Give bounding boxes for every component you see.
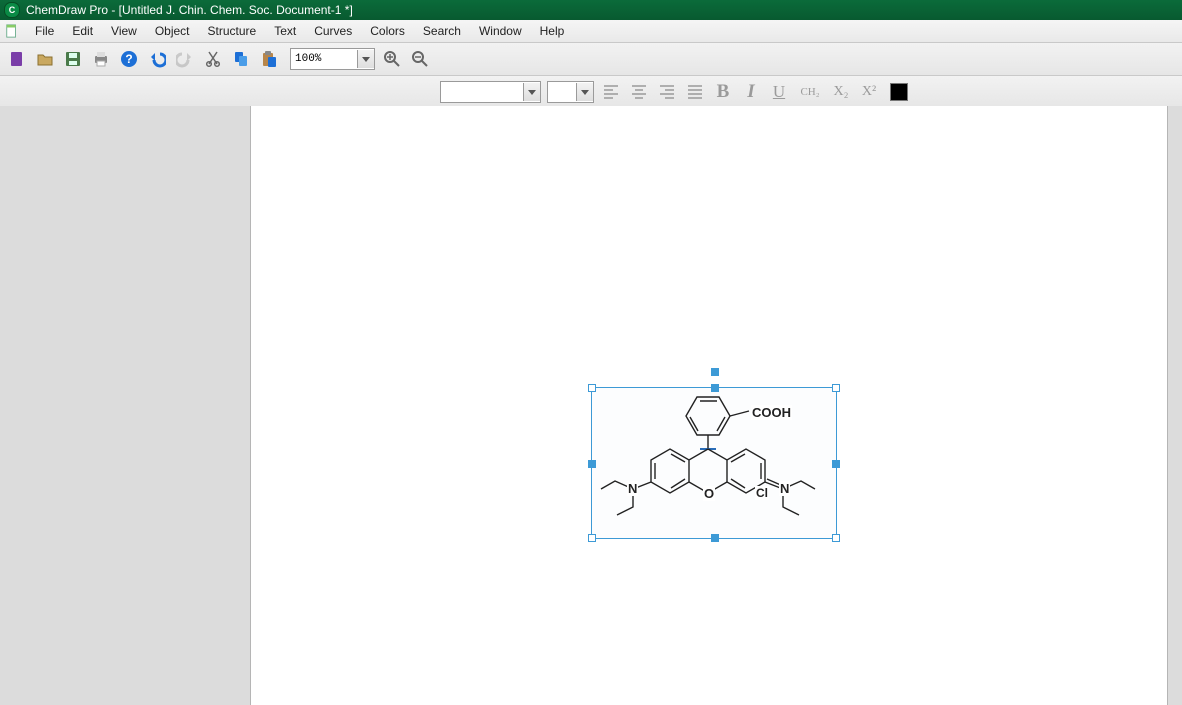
zoom-in-button[interactable]: [381, 48, 403, 70]
menu-file[interactable]: File: [26, 22, 63, 40]
svg-text:?: ?: [125, 52, 132, 66]
right-gutter: [1168, 106, 1182, 705]
size-combo[interactable]: [547, 81, 594, 103]
save-button[interactable]: [62, 48, 84, 70]
redo-button[interactable]: [174, 48, 196, 70]
canvas[interactable]: COOH N N O Cl: [250, 106, 1168, 705]
cut-button[interactable]: [202, 48, 224, 70]
superscript-button[interactable]: X²: [858, 81, 880, 103]
undo-button[interactable]: [146, 48, 168, 70]
bold-button[interactable]: B: [712, 81, 734, 103]
molecule-structure[interactable]: COOH N N O Cl: [591, 387, 835, 537]
help-button[interactable]: ?: [118, 48, 140, 70]
menu-edit[interactable]: Edit: [63, 22, 102, 40]
title-bar: C ChemDraw Pro - [Untitled J. Chin. Chem…: [0, 0, 1182, 20]
formula-button[interactable]: CH₂: [796, 81, 824, 103]
menu-view[interactable]: View: [102, 22, 146, 40]
window-title: ChemDraw Pro - [Untitled J. Chin. Chem. …: [26, 3, 353, 17]
workspace: COOH N N O Cl: [0, 106, 1182, 705]
menu-structure[interactable]: Structure: [199, 22, 266, 40]
handle-rotate[interactable]: [711, 368, 719, 376]
menu-help[interactable]: Help: [531, 22, 574, 40]
menu-bar: File Edit View Object Structure Text Cur…: [0, 20, 1182, 43]
zoom-out-button[interactable]: [409, 48, 431, 70]
label-cl: Cl: [755, 486, 769, 500]
align-left-button[interactable]: [600, 81, 622, 103]
document-icon: [4, 23, 20, 39]
menu-search[interactable]: Search: [414, 22, 470, 40]
new-button[interactable]: [6, 48, 28, 70]
align-justify-button[interactable]: [684, 81, 706, 103]
label-n-right: N: [779, 481, 790, 496]
text-color-swatch[interactable]: [890, 83, 908, 101]
italic-button[interactable]: I: [740, 81, 762, 103]
font-combo[interactable]: [440, 81, 541, 103]
paste-button[interactable]: [258, 48, 280, 70]
menu-window[interactable]: Window: [470, 22, 531, 40]
zoom-combo[interactable]: [290, 48, 375, 70]
left-gutter: [0, 106, 250, 705]
menu-colors[interactable]: Colors: [361, 22, 414, 40]
label-n-left: N: [627, 481, 638, 496]
print-button[interactable]: [90, 48, 112, 70]
align-center-button[interactable]: [628, 81, 650, 103]
zoom-input[interactable]: [291, 50, 357, 68]
label-cooh: COOH: [751, 405, 792, 420]
copy-button[interactable]: [230, 48, 252, 70]
underline-button[interactable]: U: [768, 81, 790, 103]
label-o: O: [703, 486, 715, 501]
main-toolbar: ?: [0, 43, 1182, 76]
align-right-button[interactable]: [656, 81, 678, 103]
text-toolbar: B I U CH₂ X₂ X²: [0, 76, 1182, 109]
zoom-dropdown[interactable]: [357, 50, 374, 68]
app-icon: C: [4, 2, 20, 18]
subscript-button[interactable]: X₂: [830, 81, 852, 103]
menu-text[interactable]: Text: [265, 22, 305, 40]
menu-curves[interactable]: Curves: [305, 22, 361, 40]
menu-object[interactable]: Object: [146, 22, 199, 40]
open-button[interactable]: [34, 48, 56, 70]
